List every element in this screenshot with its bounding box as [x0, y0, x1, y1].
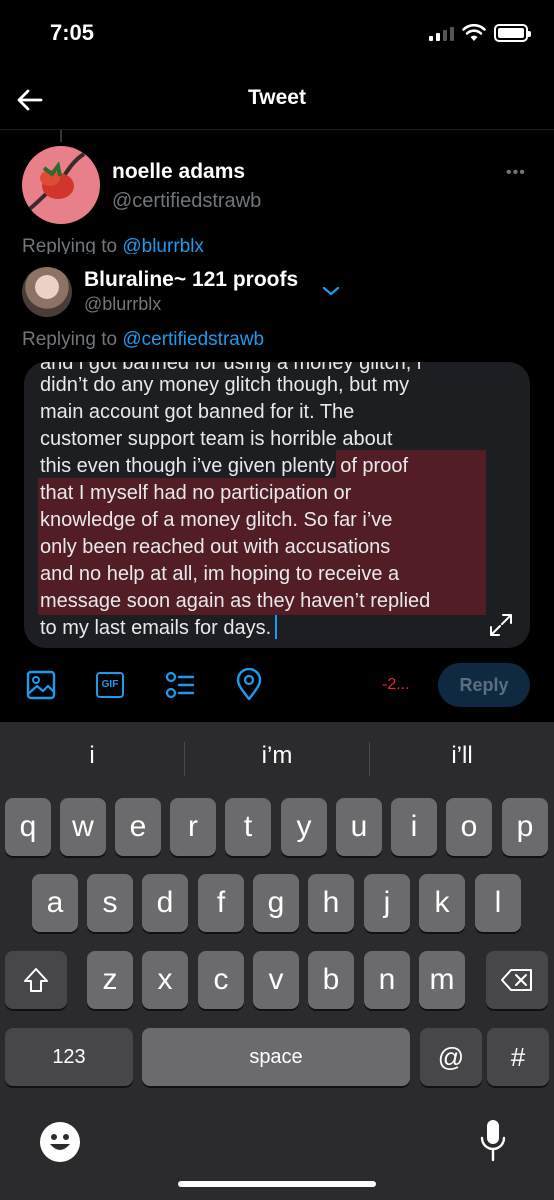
- microphone-icon[interactable]: [478, 1118, 508, 1164]
- reply-button[interactable]: Reply: [438, 663, 530, 707]
- more-options-icon[interactable]: •••: [506, 164, 526, 182]
- strawberry-avatar-image: [24, 152, 86, 214]
- emoji-icon[interactable]: [40, 1122, 80, 1162]
- key-x[interactable]: x: [142, 951, 188, 1009]
- key-b[interactable]: b: [308, 951, 354, 1009]
- key-n[interactable]: n: [364, 951, 410, 1009]
- delete-key[interactable]: [486, 951, 548, 1009]
- numbers-key[interactable]: 123: [5, 1028, 133, 1086]
- key-z[interactable]: z: [87, 951, 133, 1009]
- key-w[interactable]: w: [60, 798, 106, 856]
- shift-icon: [24, 968, 48, 992]
- key-p[interactable]: p: [502, 798, 548, 856]
- key-h[interactable]: h: [308, 874, 354, 932]
- key-q[interactable]: q: [5, 798, 51, 856]
- key-u[interactable]: u: [336, 798, 382, 856]
- text-line: this even though i’ve given plenty of pr…: [40, 455, 409, 477]
- key-d[interactable]: d: [142, 874, 188, 932]
- smiley-face: [50, 1134, 70, 1150]
- suggestion-2[interactable]: i’m: [185, 742, 369, 770]
- expand-icon[interactable]: [488, 612, 514, 638]
- reply-text-input[interactable]: and i got banned for using a money glitc…: [24, 362, 530, 648]
- status-time: 7:05: [50, 20, 95, 45]
- gif-label: GIF: [96, 672, 124, 698]
- poll-icon[interactable]: [162, 668, 196, 702]
- home-indicator[interactable]: [178, 1181, 376, 1187]
- gif-icon[interactable]: GIF: [93, 668, 127, 702]
- replying-to-link[interactable]: @certifiedstrawb: [122, 329, 264, 350]
- chevron-down-icon[interactable]: [320, 282, 342, 300]
- key-g[interactable]: g: [253, 874, 299, 932]
- original-author-name[interactable]: noelle adams: [112, 160, 245, 184]
- key-y[interactable]: y: [281, 798, 327, 856]
- replying-to-compose: Replying to @certifiedstrawb: [22, 329, 264, 351]
- suggestion-3[interactable]: i’ll: [370, 742, 554, 770]
- compose-avatar: [22, 267, 72, 317]
- location-icon[interactable]: [232, 668, 266, 702]
- status-bar: 7:05: [0, 0, 554, 70]
- key-a[interactable]: a: [32, 874, 78, 932]
- hash-key[interactable]: #: [487, 1028, 549, 1086]
- text-line-last: to my last emails for days.: [40, 615, 278, 642]
- text-line: main account got banned for it. The: [40, 401, 355, 423]
- key-f[interactable]: f: [198, 874, 244, 932]
- replying-to-link[interactable]: @blurrblx: [122, 236, 204, 254]
- key-o[interactable]: o: [446, 798, 492, 856]
- battery-icon: [494, 24, 531, 42]
- replying-prefix: Replying to: [22, 236, 123, 254]
- text-line: didn’t do any money glitch though, but m…: [40, 374, 410, 396]
- text-line: to my last emails for days.: [40, 617, 272, 639]
- status-icons: [429, 24, 531, 42]
- keyboard: i i’m i’ll q w e r t y u i o p a s d f g…: [0, 722, 554, 1200]
- text-line: message soon again as they haven’t repli…: [40, 590, 431, 612]
- space-key[interactable]: space: [142, 1028, 410, 1086]
- backspace-icon: [501, 969, 532, 991]
- key-c[interactable]: c: [198, 951, 244, 1009]
- compose-account-name: Bluraline~ 121 proofs: [84, 268, 299, 291]
- key-v[interactable]: v: [253, 951, 299, 1009]
- avatar[interactable]: [22, 146, 100, 224]
- character-counter: -2...: [382, 676, 410, 693]
- key-m[interactable]: m: [419, 951, 465, 1009]
- key-k[interactable]: k: [419, 874, 465, 932]
- replying-to-original: Replying to @blurrblx: [22, 236, 204, 254]
- key-l[interactable]: l: [475, 874, 521, 932]
- text-line: that I myself had no participation or: [40, 482, 352, 504]
- at-key[interactable]: @: [420, 1028, 482, 1086]
- text-line: and no help at all, im hoping to receive…: [40, 563, 400, 585]
- cellular-signal-icon: [429, 25, 454, 41]
- key-e[interactable]: e: [115, 798, 161, 856]
- image-icon[interactable]: [24, 668, 58, 702]
- text-line: customer support team is horrible about: [40, 428, 393, 450]
- wifi-icon: [462, 24, 486, 41]
- replying-prefix: Replying to: [22, 329, 123, 350]
- page-title: Tweet: [248, 86, 306, 109]
- key-s[interactable]: s: [87, 874, 133, 932]
- shift-key[interactable]: [5, 951, 67, 1009]
- key-r[interactable]: r: [170, 798, 216, 856]
- key-t[interactable]: t: [225, 798, 271, 856]
- text-line: knowledge of a money glitch. So far i’ve: [40, 509, 393, 531]
- key-i[interactable]: i: [391, 798, 437, 856]
- header: Tweet: [0, 70, 554, 130]
- key-j[interactable]: j: [364, 874, 410, 932]
- compose-account-handle: @blurrblx: [84, 294, 162, 314]
- suggestion-1[interactable]: i: [0, 742, 184, 770]
- text-line: only been reached out with accusations: [40, 536, 391, 558]
- original-author-handle: @certifiedstrawb: [112, 190, 262, 212]
- thread-line: [60, 130, 62, 142]
- text-cursor: [275, 615, 278, 639]
